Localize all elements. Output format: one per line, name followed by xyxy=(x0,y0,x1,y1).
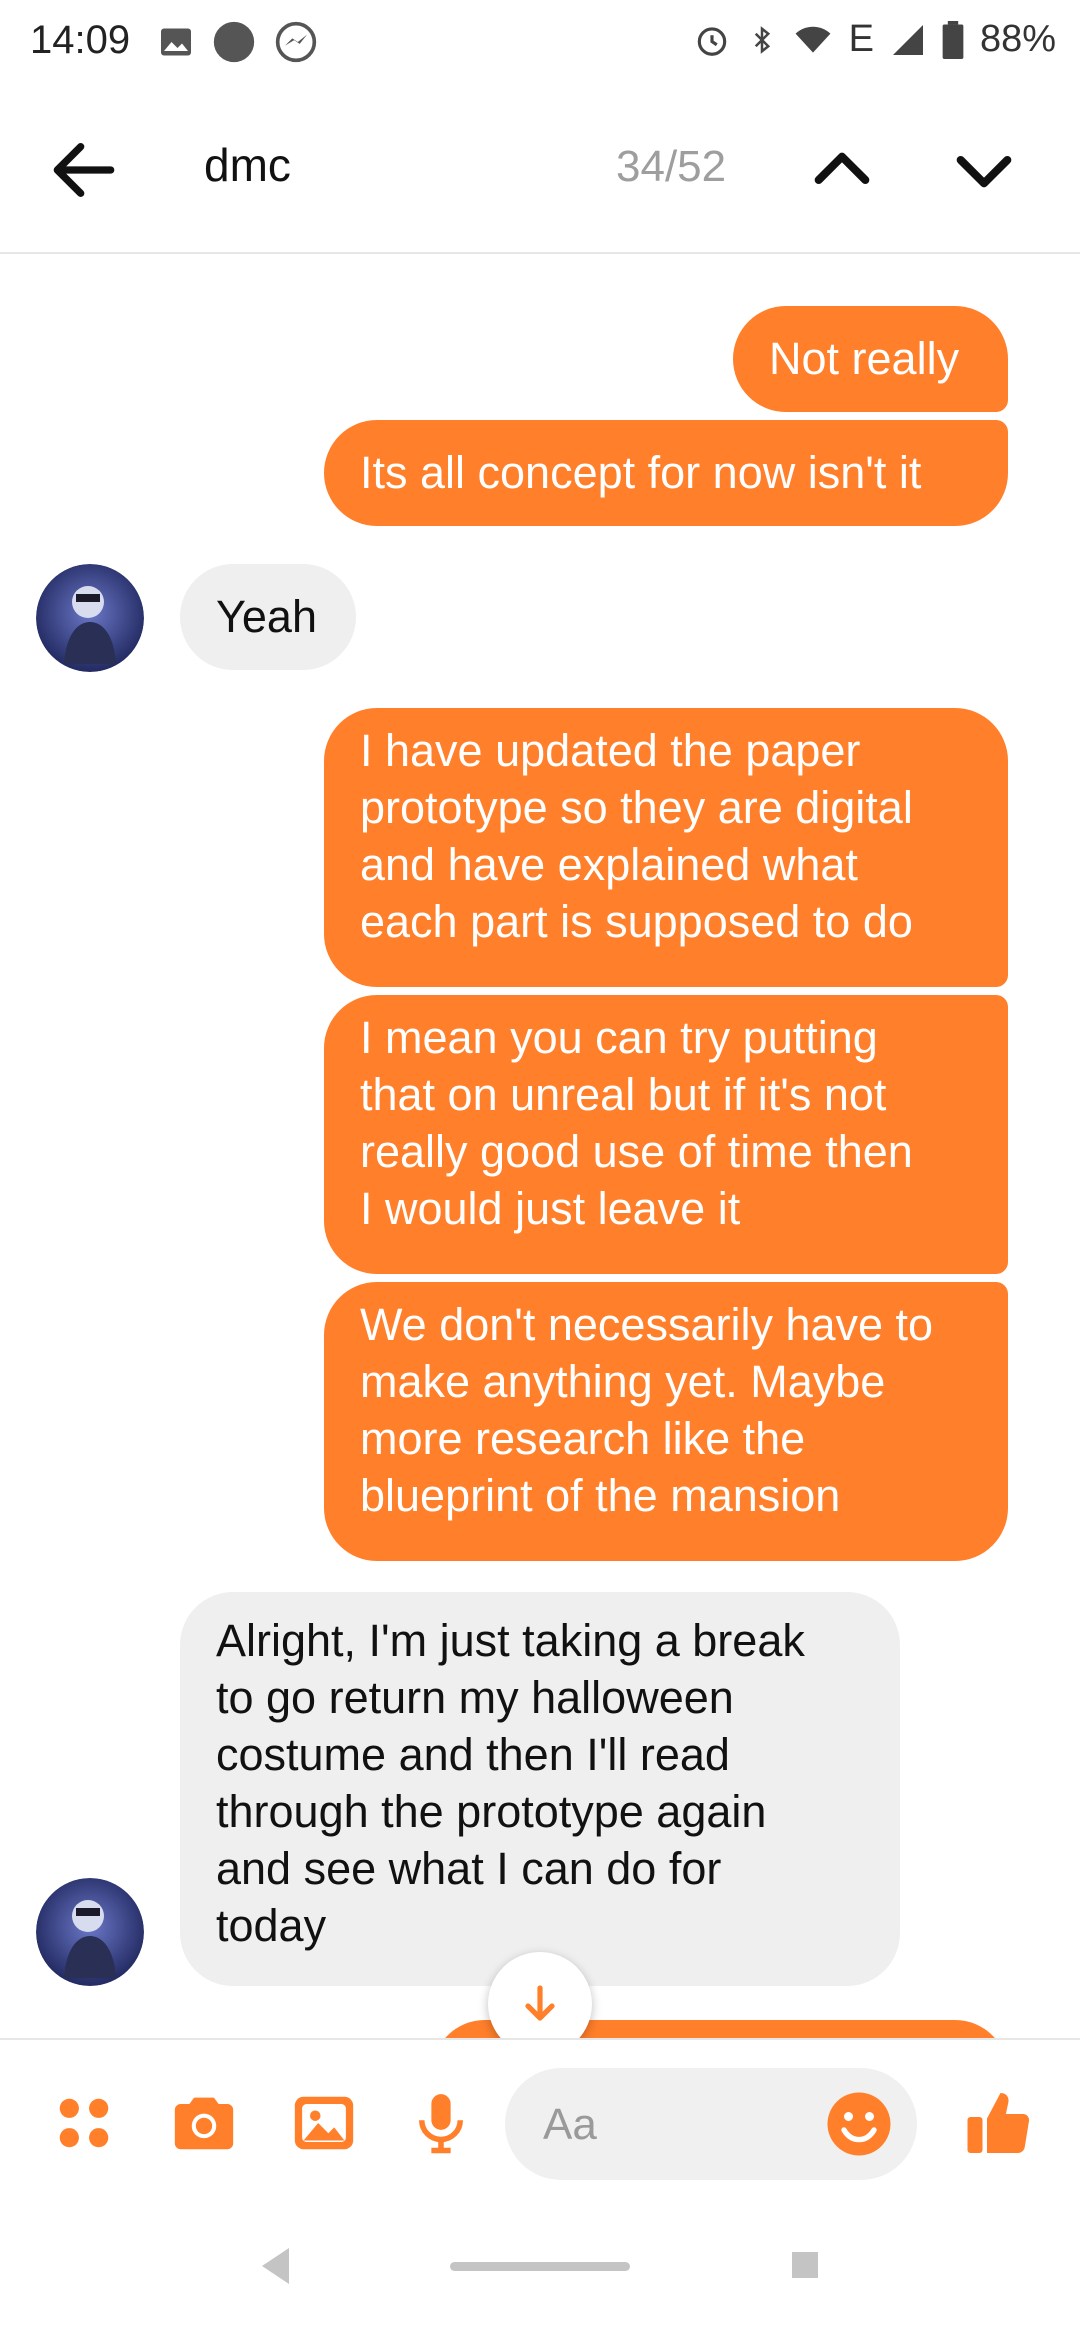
nav-recents-icon[interactable] xyxy=(792,2252,818,2278)
voice-button[interactable] xyxy=(404,2086,478,2160)
messenger-notification-icon xyxy=(275,21,317,63)
message-line: today xyxy=(216,1900,327,1951)
like-button[interactable] xyxy=(962,2086,1036,2160)
message-line: prototype so they are digital xyxy=(360,782,913,833)
search-query[interactable]: dmc xyxy=(204,138,291,192)
circle-notification-icon xyxy=(213,21,255,63)
signal-icon xyxy=(892,24,923,55)
message-thread[interactable]: Not really Its all concept for now isn't… xyxy=(0,254,1080,2038)
notification-icons xyxy=(158,20,318,64)
message-text: Not really xyxy=(769,333,960,384)
back-button[interactable] xyxy=(44,130,124,210)
system-status-icons: E 88% xyxy=(693,18,1056,61)
outgoing-message[interactable]: I have updated the paper prototype so th… xyxy=(324,708,1008,987)
message-line: each part is supposed to do xyxy=(360,896,913,947)
nav-back-icon[interactable] xyxy=(262,2248,292,2284)
message-line: We don't necessarily have to xyxy=(360,1299,934,1350)
message-line: blueprint of the mansion xyxy=(360,1470,841,1521)
avatar[interactable] xyxy=(36,1878,144,1986)
contact-avatar-image xyxy=(36,1878,144,1986)
outgoing-message[interactable]: Its all concept for now isn't it xyxy=(324,420,1008,526)
camera-icon xyxy=(174,2097,234,2150)
incoming-message[interactable]: Yeah xyxy=(180,564,356,670)
message-input[interactable] xyxy=(541,2068,825,2182)
search-header: dmc 34/52 xyxy=(0,88,1080,254)
message-line: that on unreal but if it's not xyxy=(360,1069,887,1120)
smiley-icon xyxy=(827,2092,891,2156)
outgoing-message[interactable]: Not really xyxy=(733,306,1008,412)
match-counter: 34/52 xyxy=(616,142,727,191)
message-line: I have updated the paper xyxy=(360,725,861,776)
image-icon xyxy=(294,2096,354,2150)
thumbs-up-icon xyxy=(967,2093,1030,2154)
message-line: Alright, I'm just taking a break xyxy=(216,1615,805,1666)
gallery-button[interactable] xyxy=(287,2086,361,2160)
nav-home-pill[interactable] xyxy=(450,2262,630,2271)
incoming-message[interactable]: Alright, I'm just taking a break to go r… xyxy=(180,1592,900,1986)
network-type: E xyxy=(848,18,874,60)
arrow-down-icon xyxy=(525,1985,555,2021)
avatar[interactable] xyxy=(36,564,144,672)
system-navigation-bar xyxy=(0,2198,1080,2340)
alarm-icon xyxy=(697,26,726,56)
outgoing-message[interactable]: We don't necessarily have to make anythi… xyxy=(324,1282,1008,1561)
message-line: more research like the xyxy=(360,1413,806,1464)
chevron-up-icon xyxy=(814,152,870,184)
status-time: 14:09 xyxy=(30,18,131,62)
chevron-down-icon xyxy=(956,156,1012,188)
apps-dots-icon xyxy=(59,2098,109,2148)
message-line: costume and then I'll read xyxy=(216,1729,730,1780)
message-text: Yeah xyxy=(216,591,317,642)
bluetooth-icon xyxy=(754,25,770,54)
back-arrow-icon xyxy=(53,143,115,197)
camera-button[interactable] xyxy=(167,2086,241,2160)
emoji-button[interactable] xyxy=(823,2088,895,2160)
message-composer xyxy=(0,2038,1080,2200)
more-actions-button[interactable] xyxy=(47,2086,121,2160)
message-line: and see what I can do for xyxy=(216,1843,722,1894)
outgoing-message[interactable]: I mean you can try putting that on unrea… xyxy=(324,995,1008,1274)
contact-avatar-image xyxy=(36,564,144,672)
message-line: really good use of time then xyxy=(360,1126,913,1177)
message-line: to go return my halloween xyxy=(216,1672,734,1723)
next-match-button[interactable] xyxy=(944,130,1024,210)
wifi-icon xyxy=(795,26,830,53)
message-line: through the prototype again xyxy=(216,1786,767,1837)
battery-percent: 88% xyxy=(979,18,1056,60)
battery-icon xyxy=(942,20,964,59)
message-line: and have explained what xyxy=(360,839,858,890)
message-line: make anything yet. Maybe xyxy=(360,1356,886,1407)
message-line: I would just leave it xyxy=(360,1183,741,1234)
message-line: I mean you can try putting xyxy=(360,1012,878,1063)
message-input-box[interactable] xyxy=(505,2068,917,2182)
previous-match-button[interactable] xyxy=(802,130,882,210)
status-bar: 14:09 E 88% xyxy=(0,0,1080,88)
microphone-icon xyxy=(419,2094,463,2154)
gallery-notification-icon xyxy=(161,28,191,56)
message-text: Its all concept for now isn't it xyxy=(360,447,922,498)
